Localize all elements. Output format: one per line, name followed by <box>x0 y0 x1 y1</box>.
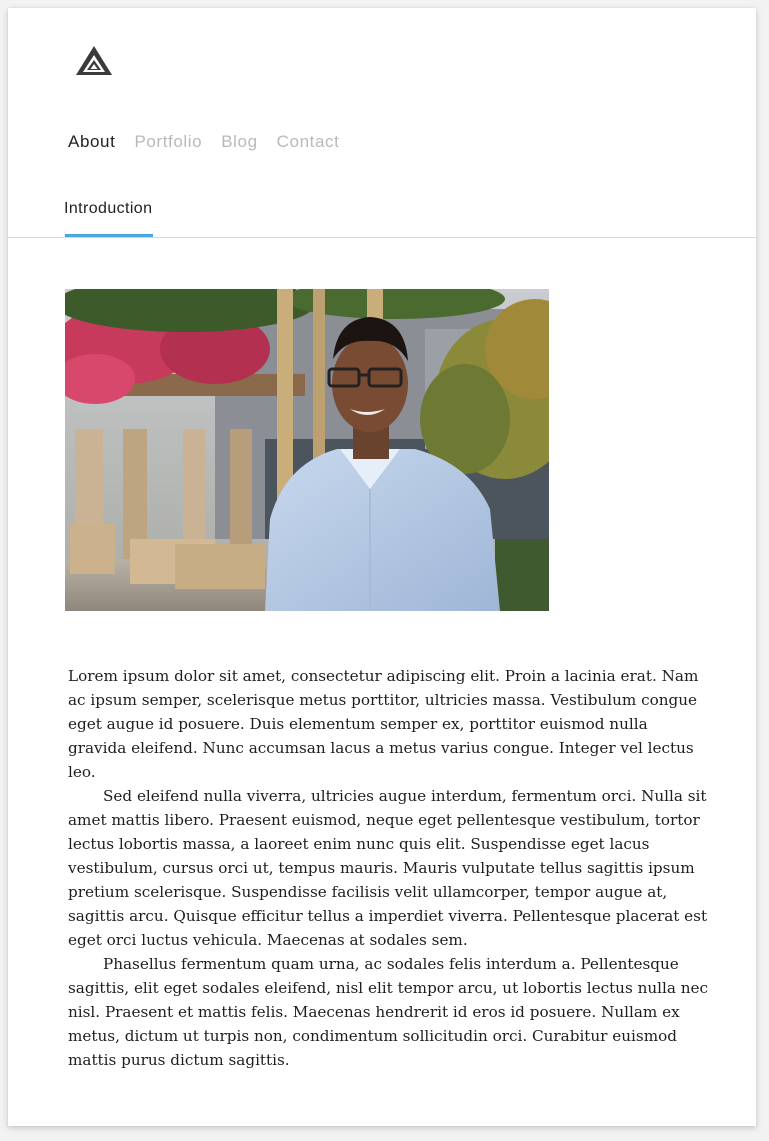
paragraph-3: Phasellus fermentum quam urna, ac sodale… <box>68 955 709 1069</box>
tab-bar: Introduction <box>8 198 756 238</box>
nav-item-contact[interactable]: Contact <box>277 132 340 152</box>
active-tab-indicator <box>65 234 153 237</box>
tab-introduction[interactable]: Introduction <box>64 198 152 238</box>
page-card: About Portfolio Blog Contact Introductio… <box>8 8 756 1126</box>
nav-item-portfolio[interactable]: Portfolio <box>134 132 202 152</box>
nav-item-blog[interactable]: Blog <box>221 132 257 152</box>
intro-article: Lorem ipsum dolor sit amet, consectetur … <box>68 664 708 1072</box>
paragraph-1: Lorem ipsum dolor sit amet, consectetur … <box>68 667 699 781</box>
triangle-logo-icon[interactable] <box>74 44 114 78</box>
profile-photo <box>65 289 549 611</box>
paragraph-2: Sed eleifend nulla viverra, ultricies au… <box>68 787 708 949</box>
main-nav: About Portfolio Blog Contact <box>68 132 358 152</box>
nav-item-about[interactable]: About <box>68 132 115 152</box>
